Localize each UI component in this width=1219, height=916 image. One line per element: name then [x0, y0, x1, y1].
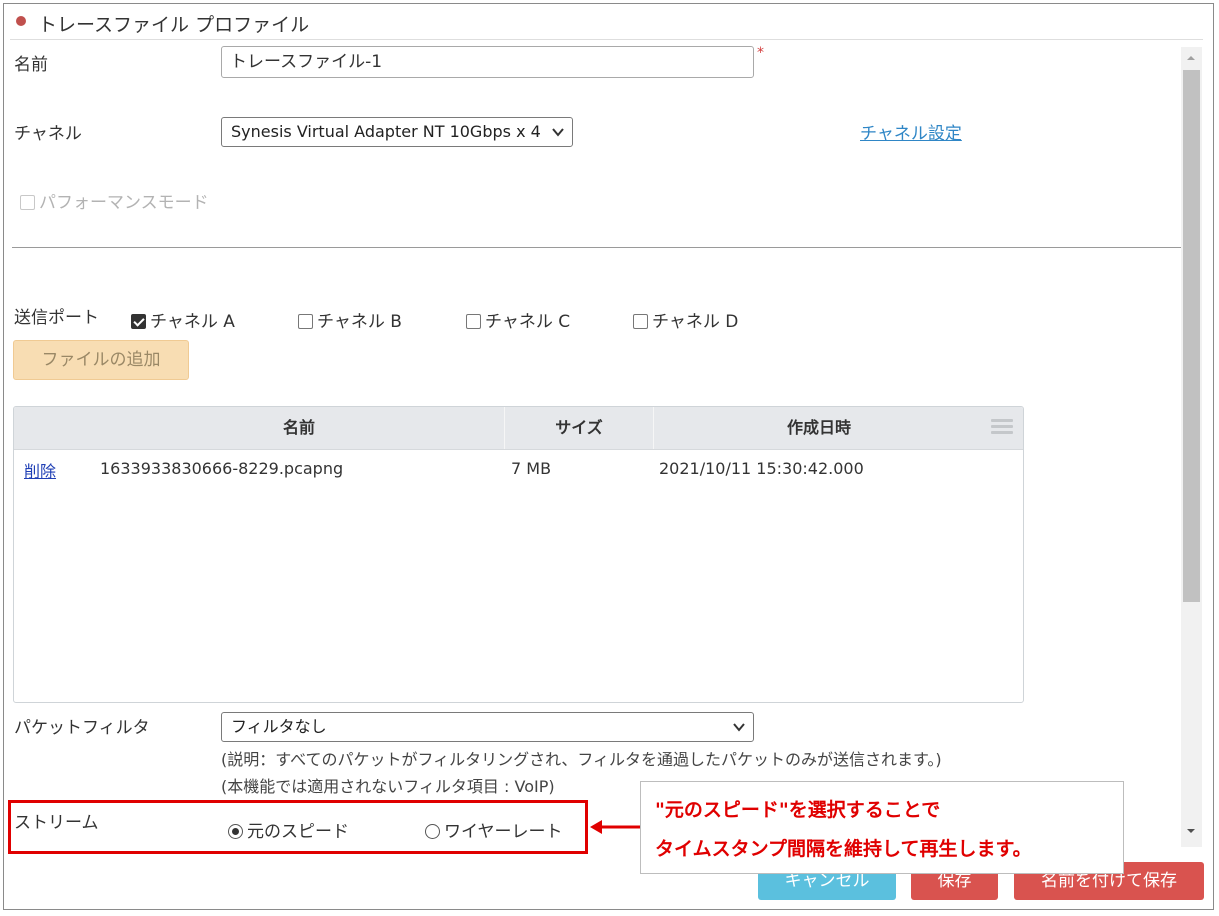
channel-select-value: Synesis Virtual Adapter NT 10Gbps x 4: [231, 122, 541, 141]
port-channel-b-label: チャネル B: [317, 312, 402, 332]
dialog-title: トレースファイル プロファイル: [38, 14, 310, 36]
name-label: 名前: [14, 55, 48, 75]
title-bullet-icon: [16, 16, 26, 26]
channel-settings-link[interactable]: チャネル設定: [860, 119, 962, 144]
annotation-line-2: タイムスタンプ間隔を維持して再生します。: [655, 838, 1032, 860]
send-port-label: 送信ポート: [14, 308, 99, 328]
port-channel-c-checkbox[interactable]: [466, 314, 481, 329]
annotation-line-1: "元のスピード"を選択することで: [655, 799, 941, 821]
chevron-down-icon: [552, 128, 564, 137]
port-channel-a-checkbox[interactable]: [131, 314, 146, 329]
file-name-cell: 1633933830666-8229.pcapng: [100, 459, 344, 478]
column-header-name[interactable]: 名前: [94, 407, 504, 449]
packet-filter-select[interactable]: フィルタなし: [221, 712, 754, 742]
port-channel-a-label: チャネル A: [150, 312, 235, 332]
section-divider: [12, 247, 1181, 248]
port-channel-b[interactable]: チャネル B: [298, 307, 402, 332]
add-file-button[interactable]: ファイルの追加: [13, 340, 189, 380]
column-header-created[interactable]: 作成日時: [654, 407, 984, 449]
port-channel-c[interactable]: チャネル C: [466, 307, 570, 332]
port-channel-d-label: チャネル D: [652, 312, 739, 332]
performance-mode-option[interactable]: パフォーマンスモード: [20, 188, 209, 213]
packet-filter-label: パケットフィルタ: [14, 718, 150, 738]
delete-link[interactable]: 削除: [24, 462, 56, 481]
performance-mode-label: パフォーマンスモード: [39, 193, 209, 213]
file-created-cell: 2021/10/11 15:30:42.000: [659, 459, 864, 478]
title-divider: [10, 39, 1203, 40]
file-table-header: 名前 サイズ 作成日時: [14, 407, 1023, 450]
port-channel-d-checkbox[interactable]: [633, 314, 648, 329]
port-channel-a[interactable]: チャネル A: [131, 307, 235, 332]
scroll-up-arrow-icon[interactable]: [1185, 53, 1197, 63]
table-row: 削除: [24, 458, 56, 482]
port-channel-c-label: チャネル C: [485, 312, 571, 332]
scrollbar-thumb[interactable]: [1183, 70, 1200, 602]
filter-unsupported-note: (本機能では適用されないフィルタ項目 : VoIP): [221, 777, 555, 796]
annotation-arrow-icon: [590, 820, 640, 834]
port-channel-d[interactable]: チャネル D: [633, 307, 738, 332]
port-channel-b-checkbox[interactable]: [298, 314, 313, 329]
packet-filter-value: フィルタなし: [231, 717, 327, 736]
column-header-size[interactable]: サイズ: [505, 407, 653, 449]
channel-select[interactable]: Synesis Virtual Adapter NT 10Gbps x 4: [221, 117, 573, 147]
name-input[interactable]: トレースファイル-1: [221, 46, 754, 78]
performance-mode-checkbox[interactable]: [20, 195, 35, 210]
required-mark: *: [757, 45, 764, 61]
filter-description-note: (説明：すべてのパケットがフィルタリングされ、フィルタを通過したパケットのみが送…: [221, 750, 942, 769]
file-table: 名前 サイズ 作成日時 削除 1633933830666-8229.pcapng…: [13, 406, 1024, 703]
channel-label: チャネル: [14, 124, 82, 144]
stream-highlight-box: [8, 800, 588, 854]
scroll-down-arrow-icon[interactable]: [1185, 826, 1197, 836]
annotation-callout: "元のスピード"を選択することで タイムスタンプ間隔を維持して再生します。: [640, 781, 1124, 874]
file-size-cell: 7 MB: [511, 459, 552, 478]
chevron-down-icon: [733, 723, 745, 732]
column-menu-icon[interactable]: [991, 419, 1013, 435]
